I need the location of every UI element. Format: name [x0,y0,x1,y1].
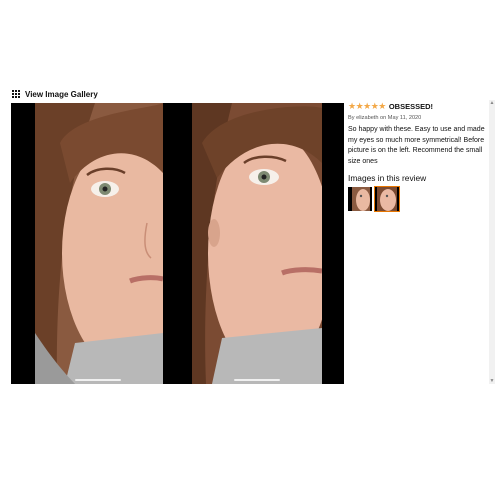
review-title[interactable]: OBSESSED! [389,102,433,111]
grid-icon [12,90,20,98]
view-image-gallery-label: View Image Gallery [25,89,98,99]
images-in-review-heading: Images in this review [348,173,427,183]
after-photo [192,103,344,384]
review-thumbnails [348,186,489,212]
scroll-up-arrow-icon[interactable]: ▲ [489,100,495,106]
review-byline: By elizabeth on May 11, 2020 [348,115,422,121]
review-scrollbar[interactable]: ▲ ▼ [489,100,495,384]
home-indicator-bar [75,379,121,381]
scroll-down-arrow-icon[interactable]: ▼ [489,378,495,384]
review-header: ★★★★★ OBSESSED! [348,100,489,112]
home-indicator-bar [234,379,280,381]
star-rating: ★★★★★ [348,100,386,111]
review-thumbnail[interactable] [348,187,372,211]
view-image-gallery-link[interactable]: View Image Gallery [12,88,98,100]
before-photo [11,103,163,384]
review-body: So happy with these. Easy to use and mad… [348,126,485,165]
image-viewer[interactable] [11,103,344,384]
review-panel: ★★★★★ OBSESSED! By elizabeth on May 11, … [348,100,489,382]
review-thumbnail-selected[interactable] [374,186,400,212]
